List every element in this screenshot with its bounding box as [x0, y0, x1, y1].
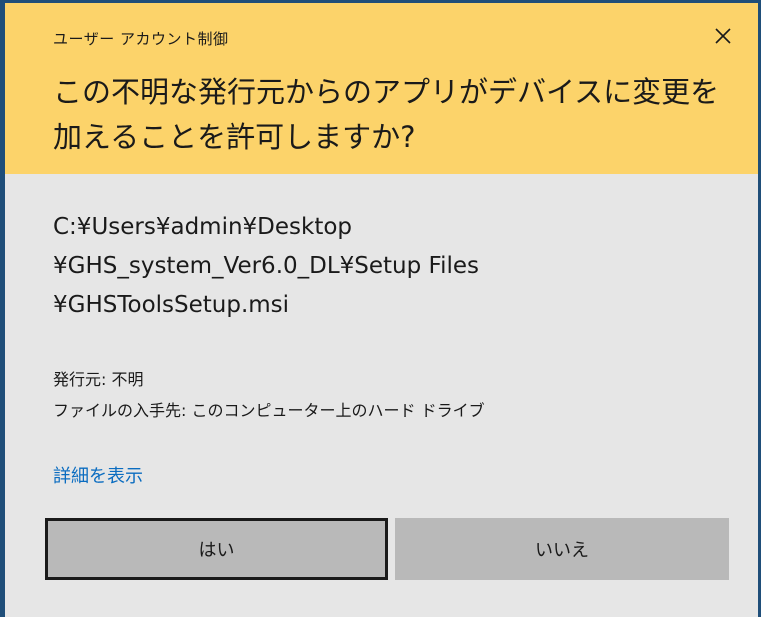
- uac-dialog: ユーザー アカウント制御 この不明な発行元からのアプリがデバイスに変更を 加える…: [0, 0, 761, 617]
- file-origin-label: ファイルの入手先: このコンピューター上のハード ドライブ: [53, 401, 485, 420]
- path-line-1: C:¥Users¥admin¥Desktop: [53, 214, 353, 240]
- heading-line-1: この不明な発行元からのアプリがデバイスに変更を: [53, 75, 720, 109]
- heading-line-2: 加えることを許可しますか?: [53, 120, 416, 154]
- dialog-heading: この不明な発行元からのアプリがデバイスに変更を 加えることを許可しますか?: [53, 70, 733, 160]
- path-line-2: ¥GHS_system_Ver6.0_DL¥Setup Files: [53, 253, 480, 279]
- no-button[interactable]: いいえ: [395, 518, 729, 580]
- dialog-header: ユーザー アカウント制御 この不明な発行元からのアプリがデバイスに変更を 加える…: [5, 3, 758, 174]
- program-path: C:¥Users¥admin¥Desktop ¥GHS_system_Ver6.…: [53, 208, 743, 325]
- show-details-link[interactable]: 詳細を表示: [53, 462, 143, 488]
- close-button[interactable]: [710, 23, 736, 49]
- close-icon: [715, 28, 731, 44]
- path-line-3: ¥GHSToolsSetup.msi: [53, 292, 290, 318]
- publisher-label: 発行元: 不明: [53, 370, 144, 389]
- yes-button[interactable]: はい: [45, 518, 388, 580]
- program-info: 発行元: 不明 ファイルの入手先: このコンピューター上のハード ドライブ: [53, 364, 485, 426]
- window-title: ユーザー アカウント制御: [53, 30, 229, 48]
